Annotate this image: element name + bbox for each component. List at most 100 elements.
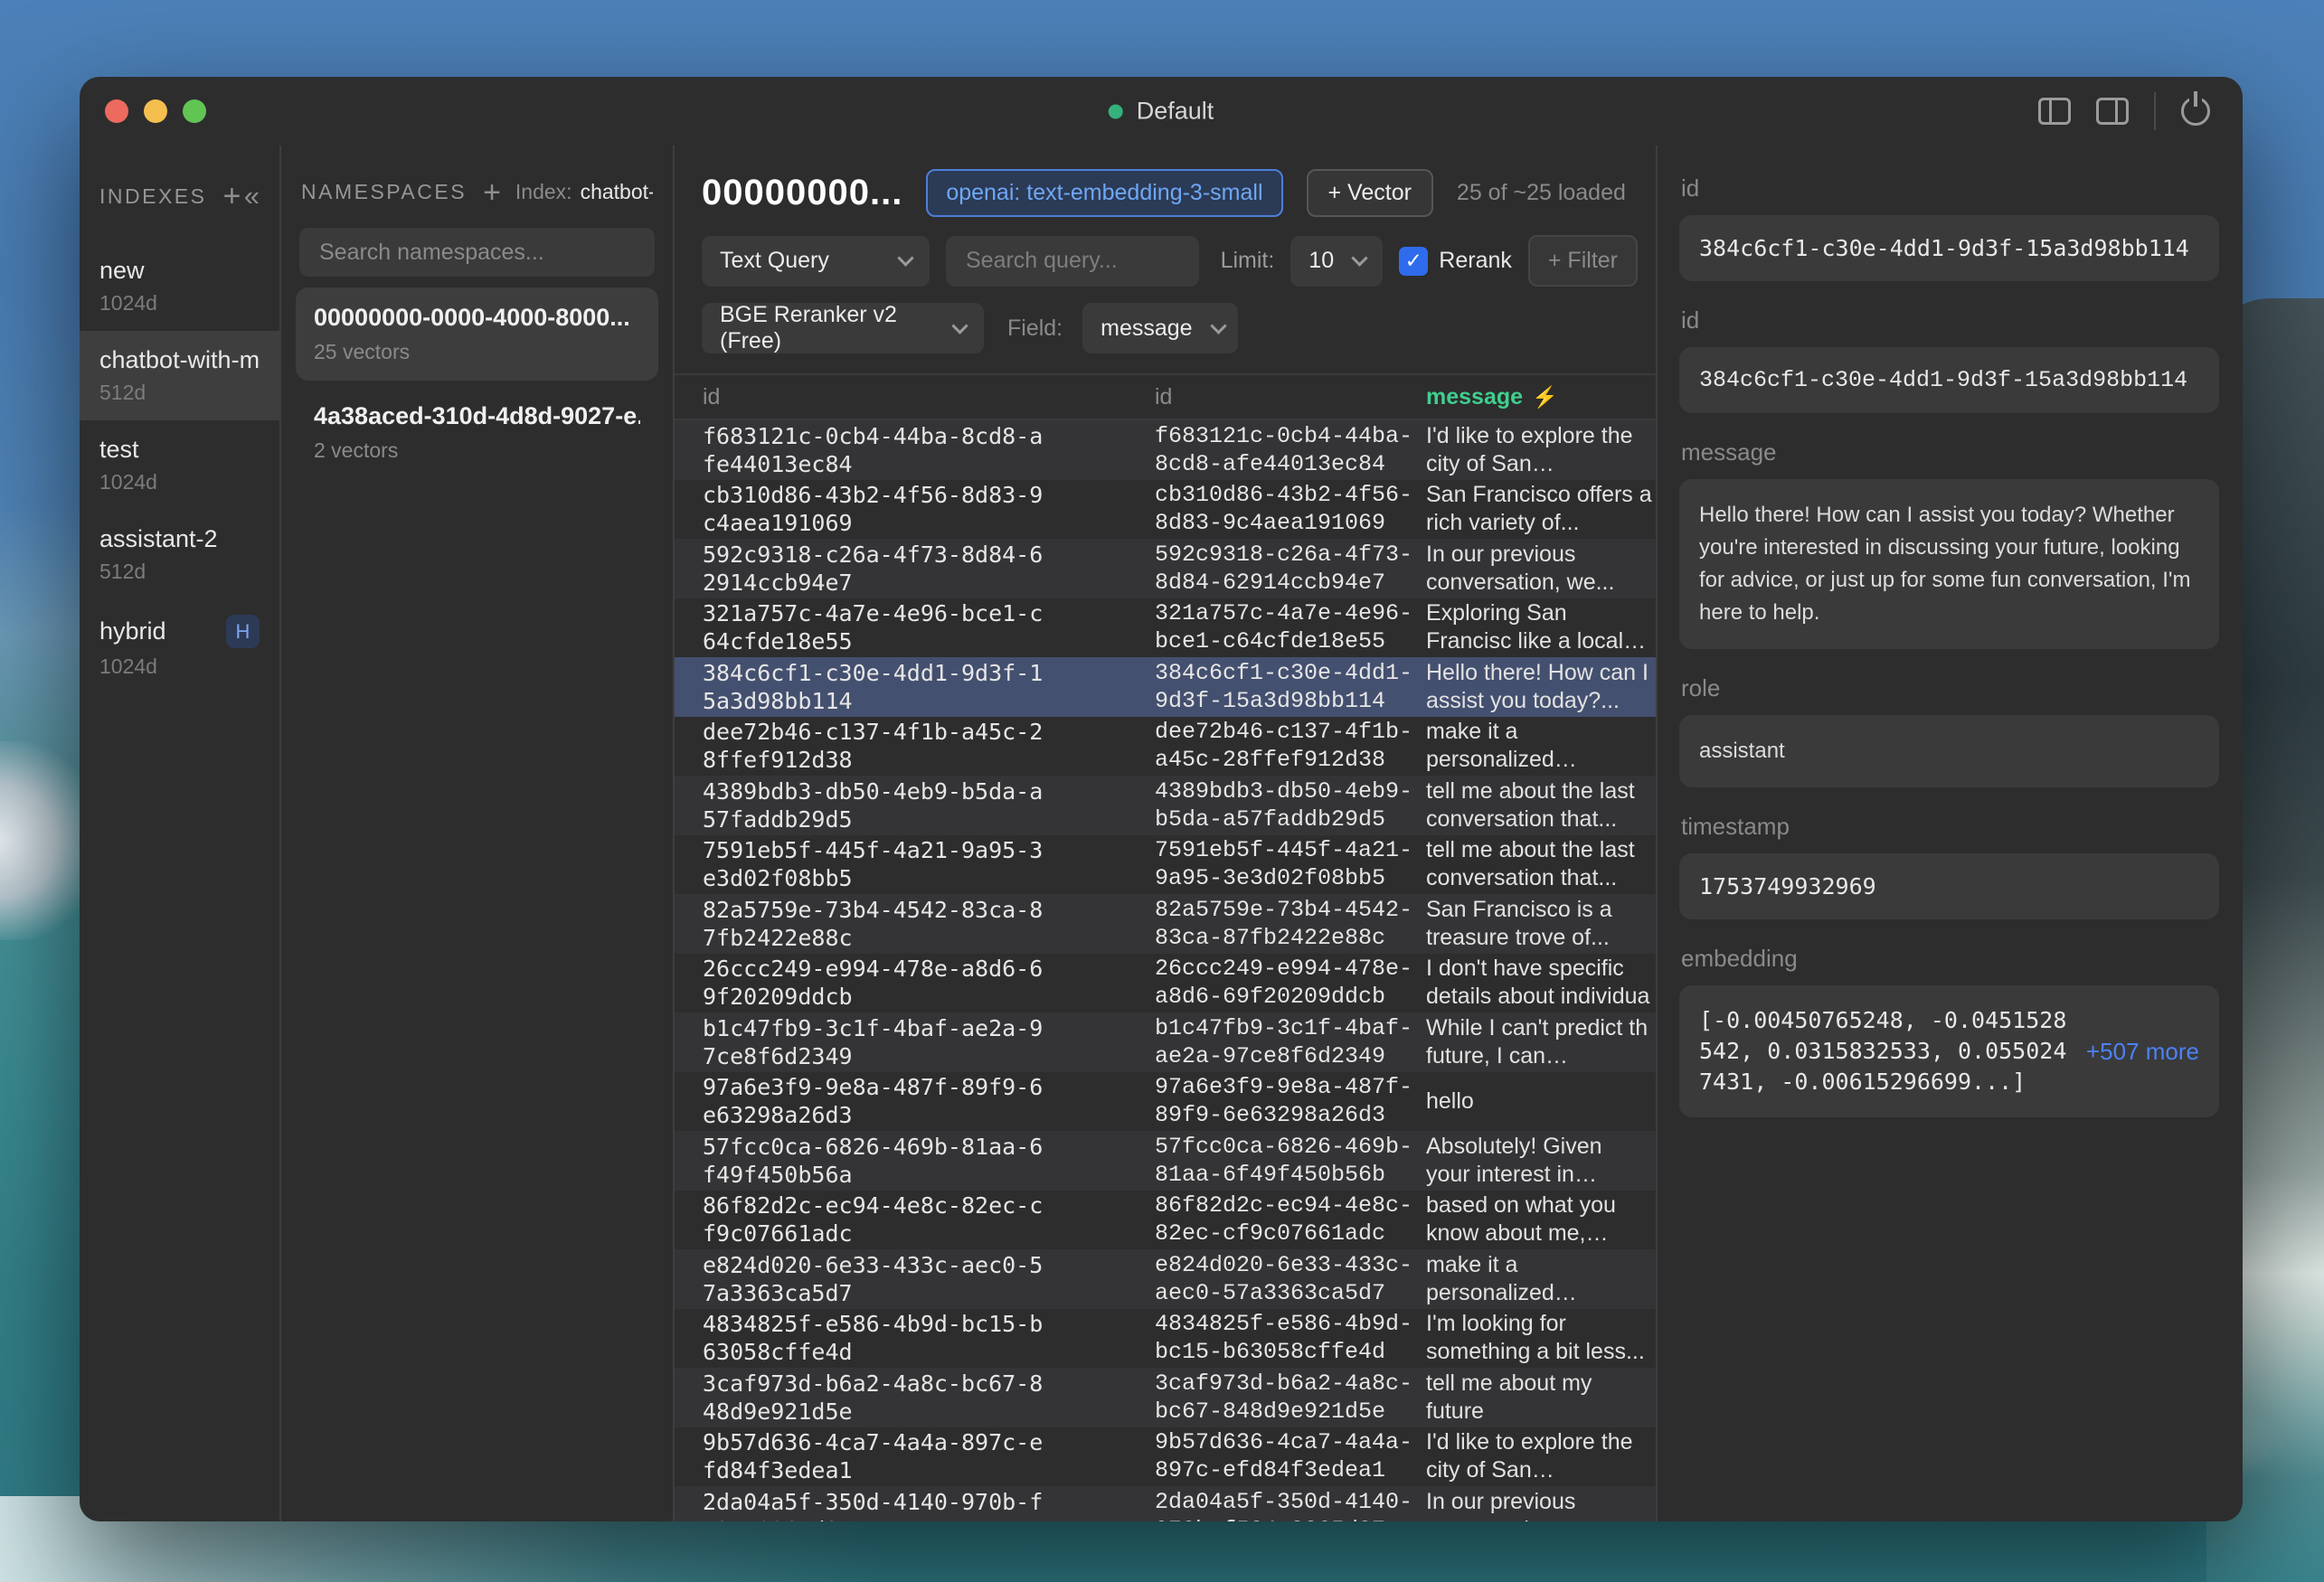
table-row[interactable]: 86f82d2c-ec94-4e8c-82ec-cf9c07661adc86f8… [675,1191,1656,1250]
field-label-message: message [1681,438,2219,466]
cell-message: I'm looking for something a bit less... [1426,1310,1656,1366]
namespace-search-input[interactable] [319,240,635,266]
table-row[interactable]: 9b57d636-4ca7-4a4a-897c-efd84f3edea19b57… [675,1427,1656,1487]
limit-value: 10 [1308,248,1334,274]
table-row[interactable]: dee72b46-c137-4f1b-a45c-28ffef912d38dee7… [675,717,1656,777]
titlebar-actions [2038,92,2243,130]
table-row[interactable]: 384c6cf1-c30e-4dd1-9d3f-15a3d98bb114384c… [675,657,1656,717]
add-vector-button[interactable]: + Vector [1307,169,1433,217]
cell-id: 26ccc249-e994-478e-a8d6-69f20209ddcb [703,955,1155,1011]
cell-message: make it a personalized recommendation [1426,1251,1656,1307]
sidebar-item-new[interactable]: new1024d [80,241,279,331]
table-row[interactable]: 26ccc249-e994-478e-a8d6-69f20209ddcb26cc… [675,954,1656,1013]
index-name-row: assistant-2 [99,525,260,553]
cell-message: based on what you know about me, what... [1426,1191,1656,1248]
hybrid-badge: H [226,615,260,648]
cell-message: I don't have specific details about indi… [1426,955,1656,1011]
namespace-name: 00000000-0000-4000-8000... [314,304,640,332]
add-filter-button[interactable]: + Filter [1528,235,1638,287]
cell-message: Exploring San Francisc like a local is a… [1426,599,1656,655]
cell-message: make it a personalized recommendation [1426,718,1656,774]
reranked-bolt-icon: ⚡ [1532,385,1558,410]
query-type-select[interactable]: Text Query [702,236,930,287]
reranker-value: BGE Reranker v2 (Free) [720,302,934,354]
sidebar-item-test[interactable]: test1024d [80,420,279,510]
traffic-lights [80,99,206,123]
field-label: Field: [1007,315,1063,342]
table-row[interactable]: cb310d86-43b2-4f56-8d83-9c4aea191069cb31… [675,480,1656,540]
cell-message: tell me about the last conversation that… [1426,777,1656,833]
add-index-icon[interactable]: + [222,187,241,205]
namespaces-header: NAMESPACES + Index: chatbot-wit... [281,146,673,213]
table-row[interactable]: 3caf973d-b6a2-4a8c-bc67-848d9e921d5e3caf… [675,1368,1656,1427]
cell-id: 4389bdb3-db50-4eb9-b5da-a57faddb29d5 [703,777,1155,833]
cell-id-attr: 97a6e3f9-9e8a-487f-89f9-6e63298a26d3 [1155,1073,1426,1129]
column-header-id1[interactable]: id [703,384,1155,410]
namespace-vector-count: 2 vectors [314,438,640,463]
limit-select[interactable]: 10 [1290,236,1383,287]
sidebar-item-assistant-2[interactable]: assistant-2 512d [80,510,279,599]
table-row[interactable]: e824d020-6e33-433c-aec0-57a3363ca5d7e824… [675,1249,1656,1309]
close-button[interactable] [105,99,128,123]
collapse-sidebar-icon[interactable]: « [244,180,260,212]
main-panel: 00000000... openai: text-embedding-3-sma… [675,146,1658,1521]
sidebar-item-hybrid[interactable]: hybridH1024d [80,599,279,694]
cell-id-attr: 86f82d2c-ec94-4e8c-82ec-cf9c07661adc [1155,1191,1426,1248]
cell-message: San Francisco offers a rich variety of..… [1426,481,1656,537]
table-row[interactable]: 2da04a5f-350d-4140-970b-f534c8365d972da0… [675,1486,1656,1521]
reranker-select[interactable]: BGE Reranker v2 (Free) [702,303,984,353]
table-row[interactable]: 82a5759e-73b4-4542-83ca-87fb2422e88c82a5… [675,894,1656,954]
indexes-sidebar: INDEXES + « new1024dchatbot-with-me...51… [80,146,281,1521]
field-label-timestamp: timestamp [1681,813,2219,841]
table-row[interactable]: 321a757c-4a7e-4e96-bce1-c64cfde18e55321a… [675,598,1656,658]
field-select[interactable]: message [1082,303,1238,353]
indexes-list: new1024dchatbot-with-me...512dtest1024da… [80,241,279,694]
table-row[interactable]: 7591eb5f-445f-4a21-9a95-3e3d02f08bb57591… [675,835,1656,895]
namespaces-list: 00000000-0000-4000-8000...25 vectors4a38… [281,287,673,479]
cell-id-attr: 2da04a5f-350d-4140-970b-f534c8365d97 [1155,1488,1426,1521]
table-row[interactable]: 4834825f-e586-4b9d-bc15-b63058cffe4d4834… [675,1309,1656,1369]
cell-id: 2da04a5f-350d-4140-970b-f534c8365d97 [703,1488,1155,1521]
embedding-content: [-0.00450765248, -0.0451528542, 0.031583… [1699,1005,2199,1097]
column-header-id2[interactable]: id [1155,384,1426,410]
toggle-left-panel-icon[interactable] [2038,98,2071,125]
cell-message: hello [1426,1088,1656,1116]
cell-id-attr: dee72b46-c137-4f1b-a45c-28ffef912d38 [1155,718,1426,774]
table-row[interactable]: 4389bdb3-db50-4eb9-b5da-a57faddb29d54389… [675,776,1656,835]
namespace-item[interactable]: 00000000-0000-4000-8000...25 vectors [296,287,658,381]
embedding-more-link[interactable]: +507 more [2086,1038,2199,1066]
embedding-values: [-0.00450765248, -0.0451528542, 0.031583… [1699,1005,2070,1097]
query-search-input[interactable] [966,248,1179,274]
titlebar-divider [2154,92,2156,130]
table-row[interactable]: 592c9318-c26a-4f73-8d84-62914ccb94e7592c… [675,539,1656,598]
rerank-checkbox[interactable]: ✓ [1399,247,1428,276]
table-row[interactable]: b1c47fb9-3c1f-4baf-ae2a-97ce8f6d2349b1c4… [675,1012,1656,1072]
window-content: INDEXES + « new1024dchatbot-with-me...51… [80,146,2243,1521]
table-row[interactable]: f683121c-0cb4-44ba-8cd8-afe44013ec84f683… [675,420,1656,480]
connection-status-icon [1109,104,1123,118]
minimize-button[interactable] [144,99,167,123]
namespace-name: 4a38aced-310d-4d8d-9027-e... [314,402,640,430]
table-row[interactable]: 57fcc0ca-6826-469b-81aa-6f49f450b56a57fc… [675,1131,1656,1191]
vectors-table: f683121c-0cb4-44ba-8cd8-afe44013ec84f683… [675,420,1656,1521]
reranker-controls: BGE Reranker v2 (Free) Field: message [675,287,1656,373]
index-dimensions: 512d [99,560,260,584]
zoom-button[interactable] [183,99,206,123]
field-value-id: 384c6cf1-c30e-4dd1-9d3f-15a3d98bb114 [1679,347,2219,413]
index-context-label: Index: [515,180,572,204]
table-header: id id message ⚡ [675,373,1656,420]
namespace-item[interactable]: 4a38aced-310d-4d8d-9027-e... 2 vectors [296,386,658,479]
add-namespace-icon[interactable]: + [483,184,501,202]
cell-id-attr: 3caf973d-b6a2-4a8c-bc67-848d9e921d5e [1155,1370,1426,1426]
toggle-right-panel-icon[interactable] [2096,98,2129,125]
embedding-model-pill[interactable]: openai: text-embedding-3-small [926,169,1282,217]
cell-id-attr: 26ccc249-e994-478e-a8d6-69f20209ddcb [1155,955,1426,1011]
index-dimensions: 1024d [99,654,260,679]
rerank-control: ✓ Rerank [1399,247,1512,276]
column-header-message[interactable]: message ⚡ [1426,384,1656,410]
field-value-id: 384c6cf1-c30e-4dd1-9d3f-15a3d98bb114 [1679,215,2219,281]
power-icon[interactable] [2181,97,2210,126]
cell-id: 86f82d2c-ec94-4e8c-82ec-cf9c07661adc [703,1191,1155,1248]
table-row[interactable]: 97a6e3f9-9e8a-487f-89f9-6e63298a26d397a6… [675,1072,1656,1132]
sidebar-item-chatbot-with-me-[interactable]: chatbot-with-me...512d [80,331,279,420]
